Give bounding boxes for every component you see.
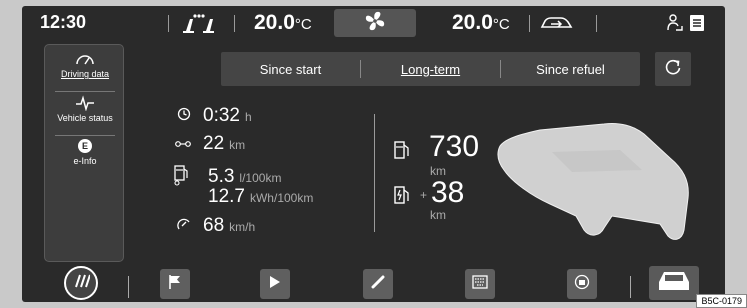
keyboard-icon xyxy=(472,274,488,294)
car-silhouette-image xyxy=(492,116,702,261)
distance-unit: km xyxy=(229,138,246,152)
temp-left-unit: °C xyxy=(294,16,312,33)
trip-distance: 22 km xyxy=(175,133,245,155)
seat-heating-icon[interactable] xyxy=(180,13,220,40)
fuel-electric-icon xyxy=(173,164,191,191)
duration-unit: h xyxy=(244,110,252,124)
plus-sign: + xyxy=(420,188,428,202)
charging-button[interactable] xyxy=(567,269,597,299)
speed-value: 68 xyxy=(203,215,225,236)
electric-consumption: 12.7 kWh/100km xyxy=(208,186,313,208)
fuel-cons-value: 5.3 xyxy=(208,166,235,187)
fan-button[interactable] xyxy=(334,9,416,37)
recirculation-car-icon[interactable] xyxy=(539,14,573,37)
fuel-consumption: 5.3 l/100km xyxy=(208,166,281,188)
temp-right-unit: °C xyxy=(492,16,510,33)
divider xyxy=(55,135,115,136)
divider xyxy=(596,15,597,32)
sidebar: Driving data Vehicle status E e-Info xyxy=(44,44,124,262)
fuel-range-value: 730 xyxy=(429,130,480,163)
divider xyxy=(234,15,235,32)
temp-left[interactable]: 20.0°C xyxy=(254,11,312,35)
infotainment-screen: 12:30 20.0°C 20.0°C Driving data Vehicle… xyxy=(22,6,725,302)
phone-button[interactable] xyxy=(363,269,393,299)
charging-icon xyxy=(574,274,590,295)
clock: 12:30 xyxy=(40,12,87,32)
sidebar-item-label: Vehicle status xyxy=(57,113,113,123)
speed-unit: km/h xyxy=(229,220,256,234)
notes-icon[interactable] xyxy=(689,14,705,37)
electric-charge-icon xyxy=(393,185,411,210)
elec-cons-value: 12.7 xyxy=(208,186,245,207)
tab-since-refuel[interactable]: Since refuel xyxy=(501,62,640,77)
sidebar-item-driving-data[interactable]: Driving data xyxy=(45,51,125,79)
fan-icon xyxy=(363,9,387,38)
divider xyxy=(128,276,129,298)
person-icon[interactable] xyxy=(667,14,683,37)
elec-cons-unit: kWh/100km xyxy=(249,191,314,205)
apps-button[interactable] xyxy=(465,269,495,299)
tab-since-start[interactable]: Since start xyxy=(221,62,360,77)
temp-right[interactable]: 20.0°C xyxy=(452,11,510,35)
trip-duration: 0:32 h xyxy=(177,105,252,127)
car-icon xyxy=(655,268,693,299)
tab-long-term[interactable]: Long-term xyxy=(361,62,500,77)
gauge-icon xyxy=(75,55,95,69)
sidebar-item-label: Driving data xyxy=(60,69,110,79)
divider xyxy=(529,15,530,32)
reset-button[interactable] xyxy=(655,52,691,86)
elec-range-value: 38 xyxy=(431,176,465,209)
clock-icon xyxy=(177,105,191,127)
play-icon xyxy=(269,275,281,294)
distance-icon xyxy=(175,133,191,155)
image-code-label: B5C-0179 xyxy=(696,294,747,308)
period-tabs: Since start Long-term Since refuel xyxy=(221,52,640,86)
flag-icon xyxy=(168,274,182,295)
page-indicator xyxy=(606,294,620,302)
phone-icon xyxy=(370,274,386,295)
status-bar: 12:30 20.0°C 20.0°C xyxy=(22,6,725,40)
speed-icon xyxy=(177,215,191,237)
divider xyxy=(630,276,631,298)
elec-range-unit: km xyxy=(430,208,446,222)
sidebar-item-vehicle-status[interactable]: Vehicle status xyxy=(45,95,125,123)
vehicle-button[interactable] xyxy=(649,266,699,300)
pulse-icon xyxy=(75,95,95,113)
sidebar-item-label: e-Info xyxy=(73,156,97,166)
e-badge-icon: E xyxy=(78,139,92,153)
reset-icon xyxy=(663,57,683,82)
divider xyxy=(55,91,115,92)
fuel-pump-icon xyxy=(393,140,411,165)
distance-value: 22 xyxy=(203,133,225,154)
menu-button[interactable] xyxy=(64,266,98,300)
menu-icon xyxy=(72,274,91,293)
divider xyxy=(168,15,169,32)
sidebar-item-e-info[interactable]: E e-Info xyxy=(45,139,125,166)
fuel-cons-unit: l/100km xyxy=(239,171,282,185)
navigation-button[interactable] xyxy=(160,269,190,299)
temp-left-value: 20.0 xyxy=(254,11,295,34)
divider xyxy=(374,114,375,232)
average-speed: 68 km/h xyxy=(177,215,255,237)
duration-value: 0:32 xyxy=(203,105,240,126)
app-dock xyxy=(22,264,725,302)
media-button[interactable] xyxy=(260,269,290,299)
temp-right-value: 20.0 xyxy=(452,11,493,34)
